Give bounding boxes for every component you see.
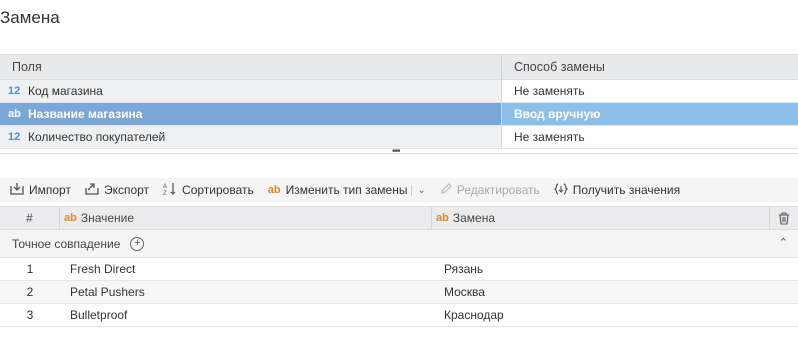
import-icon: [10, 182, 24, 198]
add-icon[interactable]: +: [130, 236, 145, 251]
field-row-store-code[interactable]: 12 Код магазина Не заменять: [0, 80, 798, 103]
svg-text:A: A: [163, 184, 167, 190]
trash-icon[interactable]: [770, 207, 798, 229]
field-name: Код магазина: [28, 84, 103, 98]
drag-handle-icon[interactable]: •••: [392, 146, 400, 157]
replace-method-cell[interactable]: Не заменять: [502, 126, 798, 148]
column-header-value[interactable]: ab Значение: [60, 207, 432, 229]
braces-icon: [553, 182, 569, 198]
replace-method-cell[interactable]: Не заменять: [502, 80, 798, 102]
column-header-fields[interactable]: Поля: [0, 55, 502, 79]
panel-splitter[interactable]: •••: [0, 146, 798, 157]
table-row[interactable]: 2 Petal Pushers Москва: [0, 281, 798, 304]
pencil-icon: [440, 182, 452, 198]
export-button[interactable]: Экспорт: [85, 182, 149, 198]
table-row[interactable]: 1 Fresh Direct Рязань: [0, 258, 798, 281]
change-type-button[interactable]: ab Изменить тип замены ⌄: [268, 183, 426, 197]
fields-table: Поля Способ замены 12 Код магазина Не за…: [0, 54, 798, 149]
column-header-replacement[interactable]: ab Замена: [432, 207, 770, 229]
values-table-header: # ab Значение ab Замена: [0, 206, 798, 230]
import-button[interactable]: Импорт: [10, 182, 71, 198]
export-icon: [85, 182, 99, 198]
field-name: Название магазина: [28, 107, 143, 121]
text-type-icon: ab: [64, 212, 77, 224]
sort-button[interactable]: AZ Сортировать: [163, 182, 254, 199]
text-type-icon: ab: [8, 108, 21, 120]
edit-button[interactable]: Редактировать: [440, 182, 540, 198]
field-name: Количество покупателей: [28, 130, 166, 144]
values-table: # ab Значение ab Замена Точное совпадени…: [0, 206, 798, 327]
sort-az-icon: AZ: [163, 182, 177, 199]
table-row[interactable]: 3 Bulletproof Краснодар: [0, 304, 798, 327]
column-header-number[interactable]: #: [0, 207, 60, 229]
chevron-down-icon[interactable]: ⌄: [411, 184, 426, 196]
toolbar: Импорт Экспорт AZ Сортировать ab Изменит…: [0, 178, 798, 202]
field-row-store-name[interactable]: ab Название магазина Ввод вручную: [0, 103, 798, 126]
group-row-exact-match[interactable]: Точное совпадение + ⌃: [0, 230, 798, 258]
get-values-button[interactable]: Получить значения: [553, 182, 680, 198]
group-label: Точное совпадение: [12, 236, 121, 251]
replace-method-cell[interactable]: Ввод вручную: [502, 103, 798, 125]
page-title: Замена: [0, 8, 60, 27]
number-type-icon: 12: [8, 131, 21, 143]
chevron-up-icon[interactable]: ⌃: [779, 236, 788, 249]
number-type-icon: 12: [8, 85, 21, 97]
fields-table-header: Поля Способ замены: [0, 54, 798, 80]
text-type-icon: ab: [267, 184, 281, 196]
column-header-method[interactable]: Способ замены: [502, 55, 798, 79]
svg-text:Z: Z: [163, 191, 167, 196]
text-type-icon: ab: [436, 212, 449, 224]
